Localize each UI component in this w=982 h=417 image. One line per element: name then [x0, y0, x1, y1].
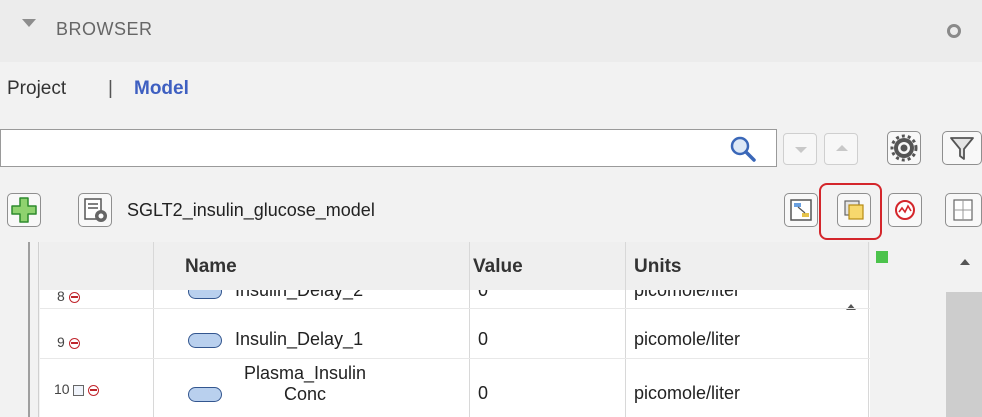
delete-icon[interactable] [88, 384, 100, 396]
delete-icon[interactable] [68, 291, 80, 303]
row-divider [40, 308, 870, 309]
simulation-icon [895, 200, 915, 220]
row-number: 8 [57, 290, 80, 304]
tab-separator: | [108, 78, 113, 99]
find-previous-button[interactable] [824, 133, 858, 165]
species-icon [188, 333, 222, 348]
status-indicator [876, 251, 888, 263]
search-icon[interactable] [729, 135, 757, 163]
row-number: 9 [57, 334, 80, 350]
filter-icon [950, 137, 974, 160]
tab-model[interactable]: Model [134, 78, 189, 100]
gear-icon [890, 134, 918, 162]
delete-icon[interactable] [68, 337, 80, 349]
column-header-value[interactable]: Value [473, 256, 523, 278]
cell-value: 0 [478, 383, 489, 403]
table-header-row [40, 242, 870, 290]
cell-units: picomole/liter [634, 383, 741, 403]
filter-button[interactable] [942, 131, 982, 165]
collapse-arrow-icon[interactable] [22, 19, 36, 27]
column-header-name[interactable]: Name [185, 256, 237, 278]
row-number: 10 [54, 381, 100, 397]
cell-name-line1: Plasma_Insulin [243, 363, 367, 383]
variables-button[interactable] [945, 193, 982, 227]
gutter-divider-inner [38, 242, 39, 417]
model-settings-button[interactable] [78, 193, 112, 227]
diagram-view-icon [790, 199, 812, 221]
table-row[interactable]: 8 Insulin_Delay_2 0 picomole/liter [40, 290, 866, 308]
gutter-divider [28, 242, 30, 417]
add-button[interactable] [7, 193, 41, 227]
cell-name: Plasma_Insulin Conc [235, 363, 375, 405]
cell-value: 0 [478, 329, 489, 349]
model-settings-icon [84, 198, 107, 222]
cell-units: picomole/liter [634, 290, 741, 300]
search-input[interactable] [0, 129, 777, 167]
simulation-button[interactable] [888, 193, 922, 227]
table-row[interactable]: 10 Plasma_Insulin Conc 0 picomole/liter [40, 359, 866, 417]
cell-name-line2: Conc [283, 384, 327, 404]
browser-title: BROWSER [56, 19, 153, 39]
column-header-units[interactable]: Units [634, 256, 682, 278]
tab-project[interactable]: Project [7, 78, 66, 100]
species-icon [188, 290, 222, 299]
variables-icon [953, 199, 973, 221]
table-view-highlight [819, 183, 882, 240]
model-name: SGLT2_insulin_glucose_model [127, 200, 375, 220]
scroll-up-icon[interactable] [960, 259, 970, 265]
vertical-scrollbar[interactable] [946, 292, 982, 417]
expression-icon[interactable] [73, 384, 85, 396]
cell-name: Insulin_Delay_1 [235, 329, 364, 349]
cell-units: picomole/liter [634, 329, 741, 349]
settings-button[interactable] [887, 131, 921, 165]
close-circle-icon[interactable] [947, 24, 961, 38]
cell-value: 0 [478, 290, 489, 300]
species-icon [188, 387, 222, 402]
find-next-button[interactable] [783, 133, 817, 165]
table-row[interactable]: 9 Insulin_Delay_1 0 picomole/liter [40, 310, 866, 358]
diagram-view-button[interactable] [784, 193, 818, 227]
add-plus-icon [11, 197, 37, 223]
cell-name: Insulin_Delay_2 [235, 290, 364, 300]
column-divider [868, 242, 869, 417]
